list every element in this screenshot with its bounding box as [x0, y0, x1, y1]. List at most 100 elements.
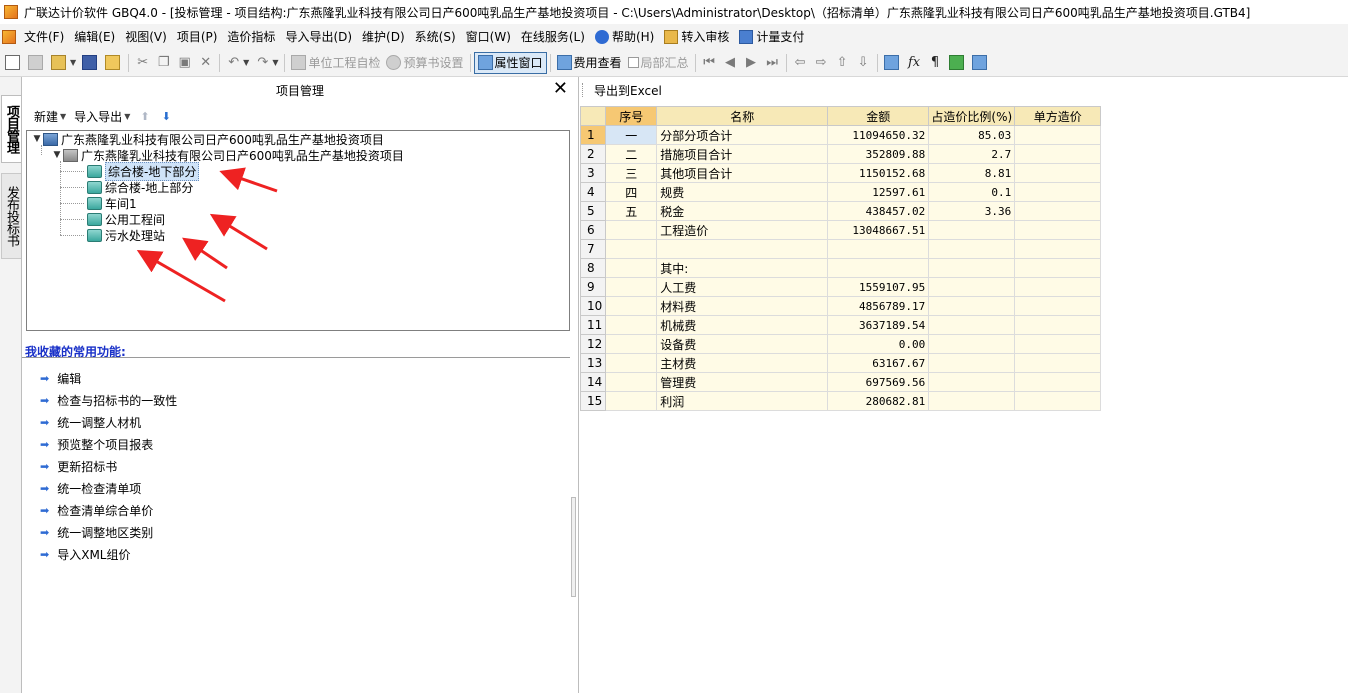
favorite-edit[interactable]: ➡ 编辑: [40, 367, 177, 389]
cell-seq[interactable]: 五: [605, 201, 658, 221]
cell-seq[interactable]: [605, 220, 658, 240]
cell-seq[interactable]: [605, 353, 658, 373]
cell-amount[interactable]: [827, 258, 930, 278]
cell-unit-cost[interactable]: [1014, 220, 1102, 240]
cell-seq[interactable]: [605, 334, 658, 354]
cell-amount[interactable]: 63167.67: [827, 353, 930, 373]
tree-node-unit[interactable]: 综合楼-地下部分: [87, 161, 200, 181]
cell-seq[interactable]: [605, 391, 658, 411]
cell-amount[interactable]: 4856789.17: [827, 296, 930, 316]
cell-name[interactable]: 管理费: [656, 372, 829, 392]
fee-view-button[interactable]: 费用查看: [554, 52, 625, 74]
table-row[interactable]: 10 材料费 4856789.17: [579, 296, 1102, 316]
cell-ratio[interactable]: 8.81: [928, 163, 1016, 183]
cell-unit-cost[interactable]: [1014, 125, 1102, 145]
report-button[interactable]: [969, 52, 992, 74]
favorite-import-xml[interactable]: ➡ 导入XML组价: [40, 543, 177, 565]
table-row[interactable]: 11 机械费 3637189.54: [579, 315, 1102, 335]
cell-amount[interactable]: 0.00: [827, 334, 930, 354]
cell-unit-cost[interactable]: [1014, 277, 1102, 297]
move-up-icon[interactable]: ⬆: [140, 110, 149, 123]
cell-amount[interactable]: 1150152.68: [827, 163, 930, 183]
collapse-icon[interactable]: ▼: [31, 134, 43, 144]
favorite-check-consistency[interactable]: ➡ 检查与招标书的一致性: [40, 389, 177, 411]
cell-name[interactable]: 工程造价: [656, 220, 829, 240]
menu-import-export[interactable]: 导入导出(D): [280, 26, 357, 48]
cell-name[interactable]: 税金: [656, 201, 829, 221]
cell-ratio[interactable]: [928, 277, 1016, 297]
collapse-icon[interactable]: ▼: [51, 150, 63, 160]
cell-seq[interactable]: [605, 296, 658, 316]
favorite-check-unit-price[interactable]: ➡ 检查清单综合单价: [40, 499, 177, 521]
cell-ratio[interactable]: 85.03: [928, 125, 1016, 145]
favorite-update-bid[interactable]: ➡ 更新招标书: [40, 455, 177, 477]
menu-project[interactable]: 项目(P): [172, 26, 223, 48]
cell-amount[interactable]: 13048667.51: [827, 220, 930, 240]
cell-amount[interactable]: 697569.56: [827, 372, 930, 392]
cell-ratio[interactable]: [928, 315, 1016, 335]
export-excel-button[interactable]: 导出到Excel: [591, 79, 665, 101]
menu-maintain[interactable]: 维护(D): [357, 26, 410, 48]
move-down-button[interactable]: ⇩: [853, 52, 874, 74]
cell-name[interactable]: 材料费: [656, 296, 829, 316]
new-from-template-button[interactable]: [25, 52, 48, 74]
table-row[interactable]: 2 二措施项目合计 352809.88 2.7: [579, 144, 1102, 164]
next-button[interactable]: ▶: [741, 52, 762, 74]
move-right-button[interactable]: ⇨: [811, 52, 832, 74]
cell-unit-cost[interactable]: [1014, 372, 1102, 392]
table-row[interactable]: 8 其中:: [579, 258, 1102, 278]
cell-ratio[interactable]: [928, 353, 1016, 373]
cell-unit-cost[interactable]: [1014, 353, 1102, 373]
table-row[interactable]: 5 五税金 438457.02 3.36: [579, 201, 1102, 221]
paragraph-button[interactable]: ¶: [925, 52, 946, 74]
cell-unit-cost[interactable]: [1014, 391, 1102, 411]
cell-name[interactable]: 机械费: [656, 315, 829, 335]
cell-name[interactable]: 人工费: [656, 277, 829, 297]
menu-transfer-audit[interactable]: 转入审核: [659, 26, 734, 48]
cell-name[interactable]: 规费: [656, 182, 829, 202]
paste-button[interactable]: ▣: [174, 52, 195, 74]
folder-button[interactable]: [102, 52, 125, 74]
tree-node-building[interactable]: ▼ 广东燕隆乳业科技有限公司日产600吨乳品生产基地投资项目: [51, 147, 404, 163]
cell-seq[interactable]: [605, 372, 658, 392]
toolbar-grip[interactable]: [582, 83, 585, 97]
cell-name[interactable]: 分部分项合计: [656, 125, 829, 145]
favorite-adjust-region[interactable]: ➡ 统一调整地区类别: [40, 521, 177, 543]
column-header-amount[interactable]: 金额: [827, 106, 930, 126]
table-row[interactable]: 9 人工费 1559107.95: [579, 277, 1102, 297]
unit-check-button[interactable]: 单位工程自检: [288, 52, 383, 74]
cell-name[interactable]: 措施项目合计: [656, 144, 829, 164]
app-menu-icon[interactable]: [2, 29, 16, 44]
cell-amount[interactable]: 438457.02: [827, 201, 930, 221]
new-dropdown-button[interactable]: 新建 ▼: [30, 105, 70, 127]
cell-seq[interactable]: [605, 258, 658, 278]
tree-node-root[interactable]: ▼ 广东燕隆乳业科技有限公司日产600吨乳品生产基地投资项目: [31, 131, 384, 147]
favorite-check-items[interactable]: ➡ 统一检查清单项: [40, 477, 177, 499]
delete-button[interactable]: ✕: [195, 52, 216, 74]
menu-view[interactable]: 视图(V): [120, 26, 172, 48]
tree-node-unit[interactable]: 公用工程间: [87, 211, 165, 227]
cell-ratio[interactable]: 0.1: [928, 182, 1016, 202]
budget-settings-button[interactable]: 预算书设置: [383, 52, 466, 74]
tree-node-unit[interactable]: 综合楼-地上部分: [87, 179, 193, 195]
cell-ratio[interactable]: 2.7: [928, 144, 1016, 164]
scrollbar[interactable]: [571, 497, 576, 597]
undo-button[interactable]: ↶ ▼: [223, 52, 252, 74]
cell-unit-cost[interactable]: [1014, 258, 1102, 278]
import-export-dropdown-button[interactable]: 导入导出 ▼: [70, 105, 134, 127]
cell-seq[interactable]: [605, 315, 658, 335]
cell-ratio[interactable]: [928, 391, 1016, 411]
move-up-button[interactable]: ⇧: [832, 52, 853, 74]
partial-summary-button[interactable]: 局部汇总: [625, 52, 692, 74]
column-header-name[interactable]: 名称: [656, 106, 829, 126]
column-header-ratio[interactable]: 占造价比例(%): [928, 106, 1016, 126]
cell-unit-cost[interactable]: [1014, 144, 1102, 164]
cell-amount[interactable]: 12597.61: [827, 182, 930, 202]
cell-name[interactable]: [656, 239, 829, 259]
table-row[interactable]: 12 设备费 0.00: [579, 334, 1102, 354]
panel-splitter[interactable]: [578, 77, 579, 693]
cell-ratio[interactable]: [928, 372, 1016, 392]
favorite-adjust-resources[interactable]: ➡ 统一调整人材机: [40, 411, 177, 433]
open-button[interactable]: ▼: [48, 52, 79, 74]
tree-node-unit[interactable]: 车间1: [87, 195, 137, 211]
